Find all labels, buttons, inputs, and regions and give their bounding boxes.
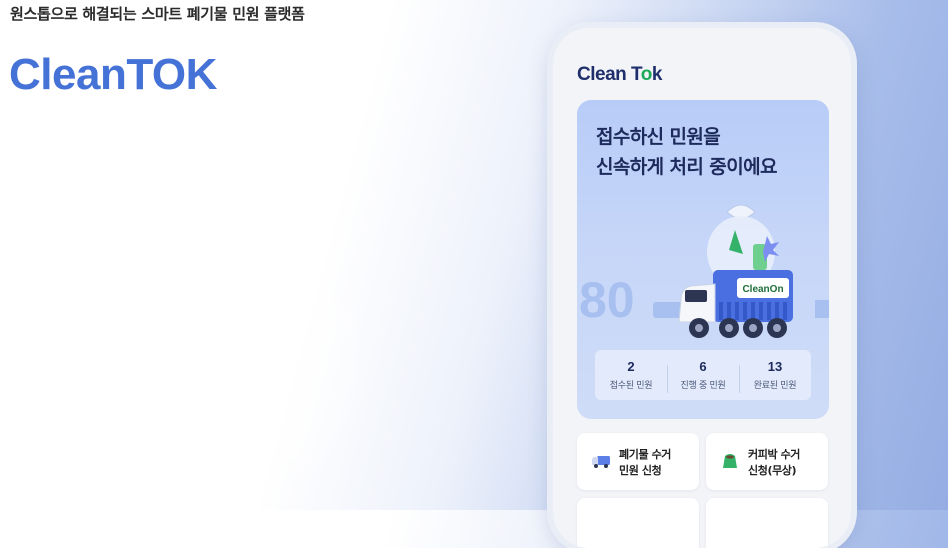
stat-value: 2 bbox=[627, 359, 635, 374]
menu-label: 커피박 수거 신청(무상) bbox=[748, 448, 801, 477]
stat-received[interactable]: 2 접수된 민원 bbox=[595, 359, 667, 391]
stat-in-progress[interactable]: 6 진행 중 민원 bbox=[667, 359, 739, 393]
status-hero-card[interactable]: 접수하신 민원을 신속하게 처리 중이에요 80 CleanOn 2 접수된 민… bbox=[577, 100, 829, 419]
truck-icon bbox=[592, 456, 610, 468]
complaint-stats: 2 접수된 민원 6 진행 중 민원 13 완료된 민원 bbox=[595, 350, 811, 400]
brand-title: CleanTOK bbox=[9, 50, 217, 99]
garbage-truck-illustration: 80 CleanOn bbox=[579, 204, 829, 338]
stat-value: 13 bbox=[767, 359, 783, 374]
background-number: 80 bbox=[579, 272, 635, 328]
menu-card-partial[interactable] bbox=[706, 498, 828, 548]
tagline: 원스톱으로 해결되는 스마트 폐기물 민원 플랫폼 bbox=[10, 5, 305, 23]
menu-card-partial[interactable] bbox=[577, 498, 699, 548]
coffee-grounds-collection-button[interactable]: 커피박 수거 신청(무상) bbox=[706, 433, 828, 490]
phone-mockup: Clean Tok 접수하신 민원을 신속하게 처리 중이에요 80 Clean… bbox=[553, 28, 851, 548]
coffee-bag-icon bbox=[723, 454, 737, 468]
background-glow bbox=[120, 190, 380, 490]
waste-collection-request-button[interactable]: 폐기물 수거 민원 신청 bbox=[577, 433, 699, 490]
stat-value: 6 bbox=[699, 359, 707, 374]
stat-label: 접수된 민원 bbox=[609, 381, 653, 391]
stat-label: 진행 중 민원 bbox=[680, 381, 726, 391]
menu-label: 폐기물 수거 민원 신청 bbox=[619, 448, 672, 477]
stat-label: 완료된 민원 bbox=[753, 381, 797, 391]
truck-logo-text: CleanOn bbox=[742, 284, 783, 295]
hero-title: 접수하신 민원을 신속하게 처리 중이에요 bbox=[596, 126, 777, 178]
stat-completed[interactable]: 13 완료된 민원 bbox=[739, 359, 811, 393]
app-logo: Clean Tok bbox=[577, 64, 662, 85]
